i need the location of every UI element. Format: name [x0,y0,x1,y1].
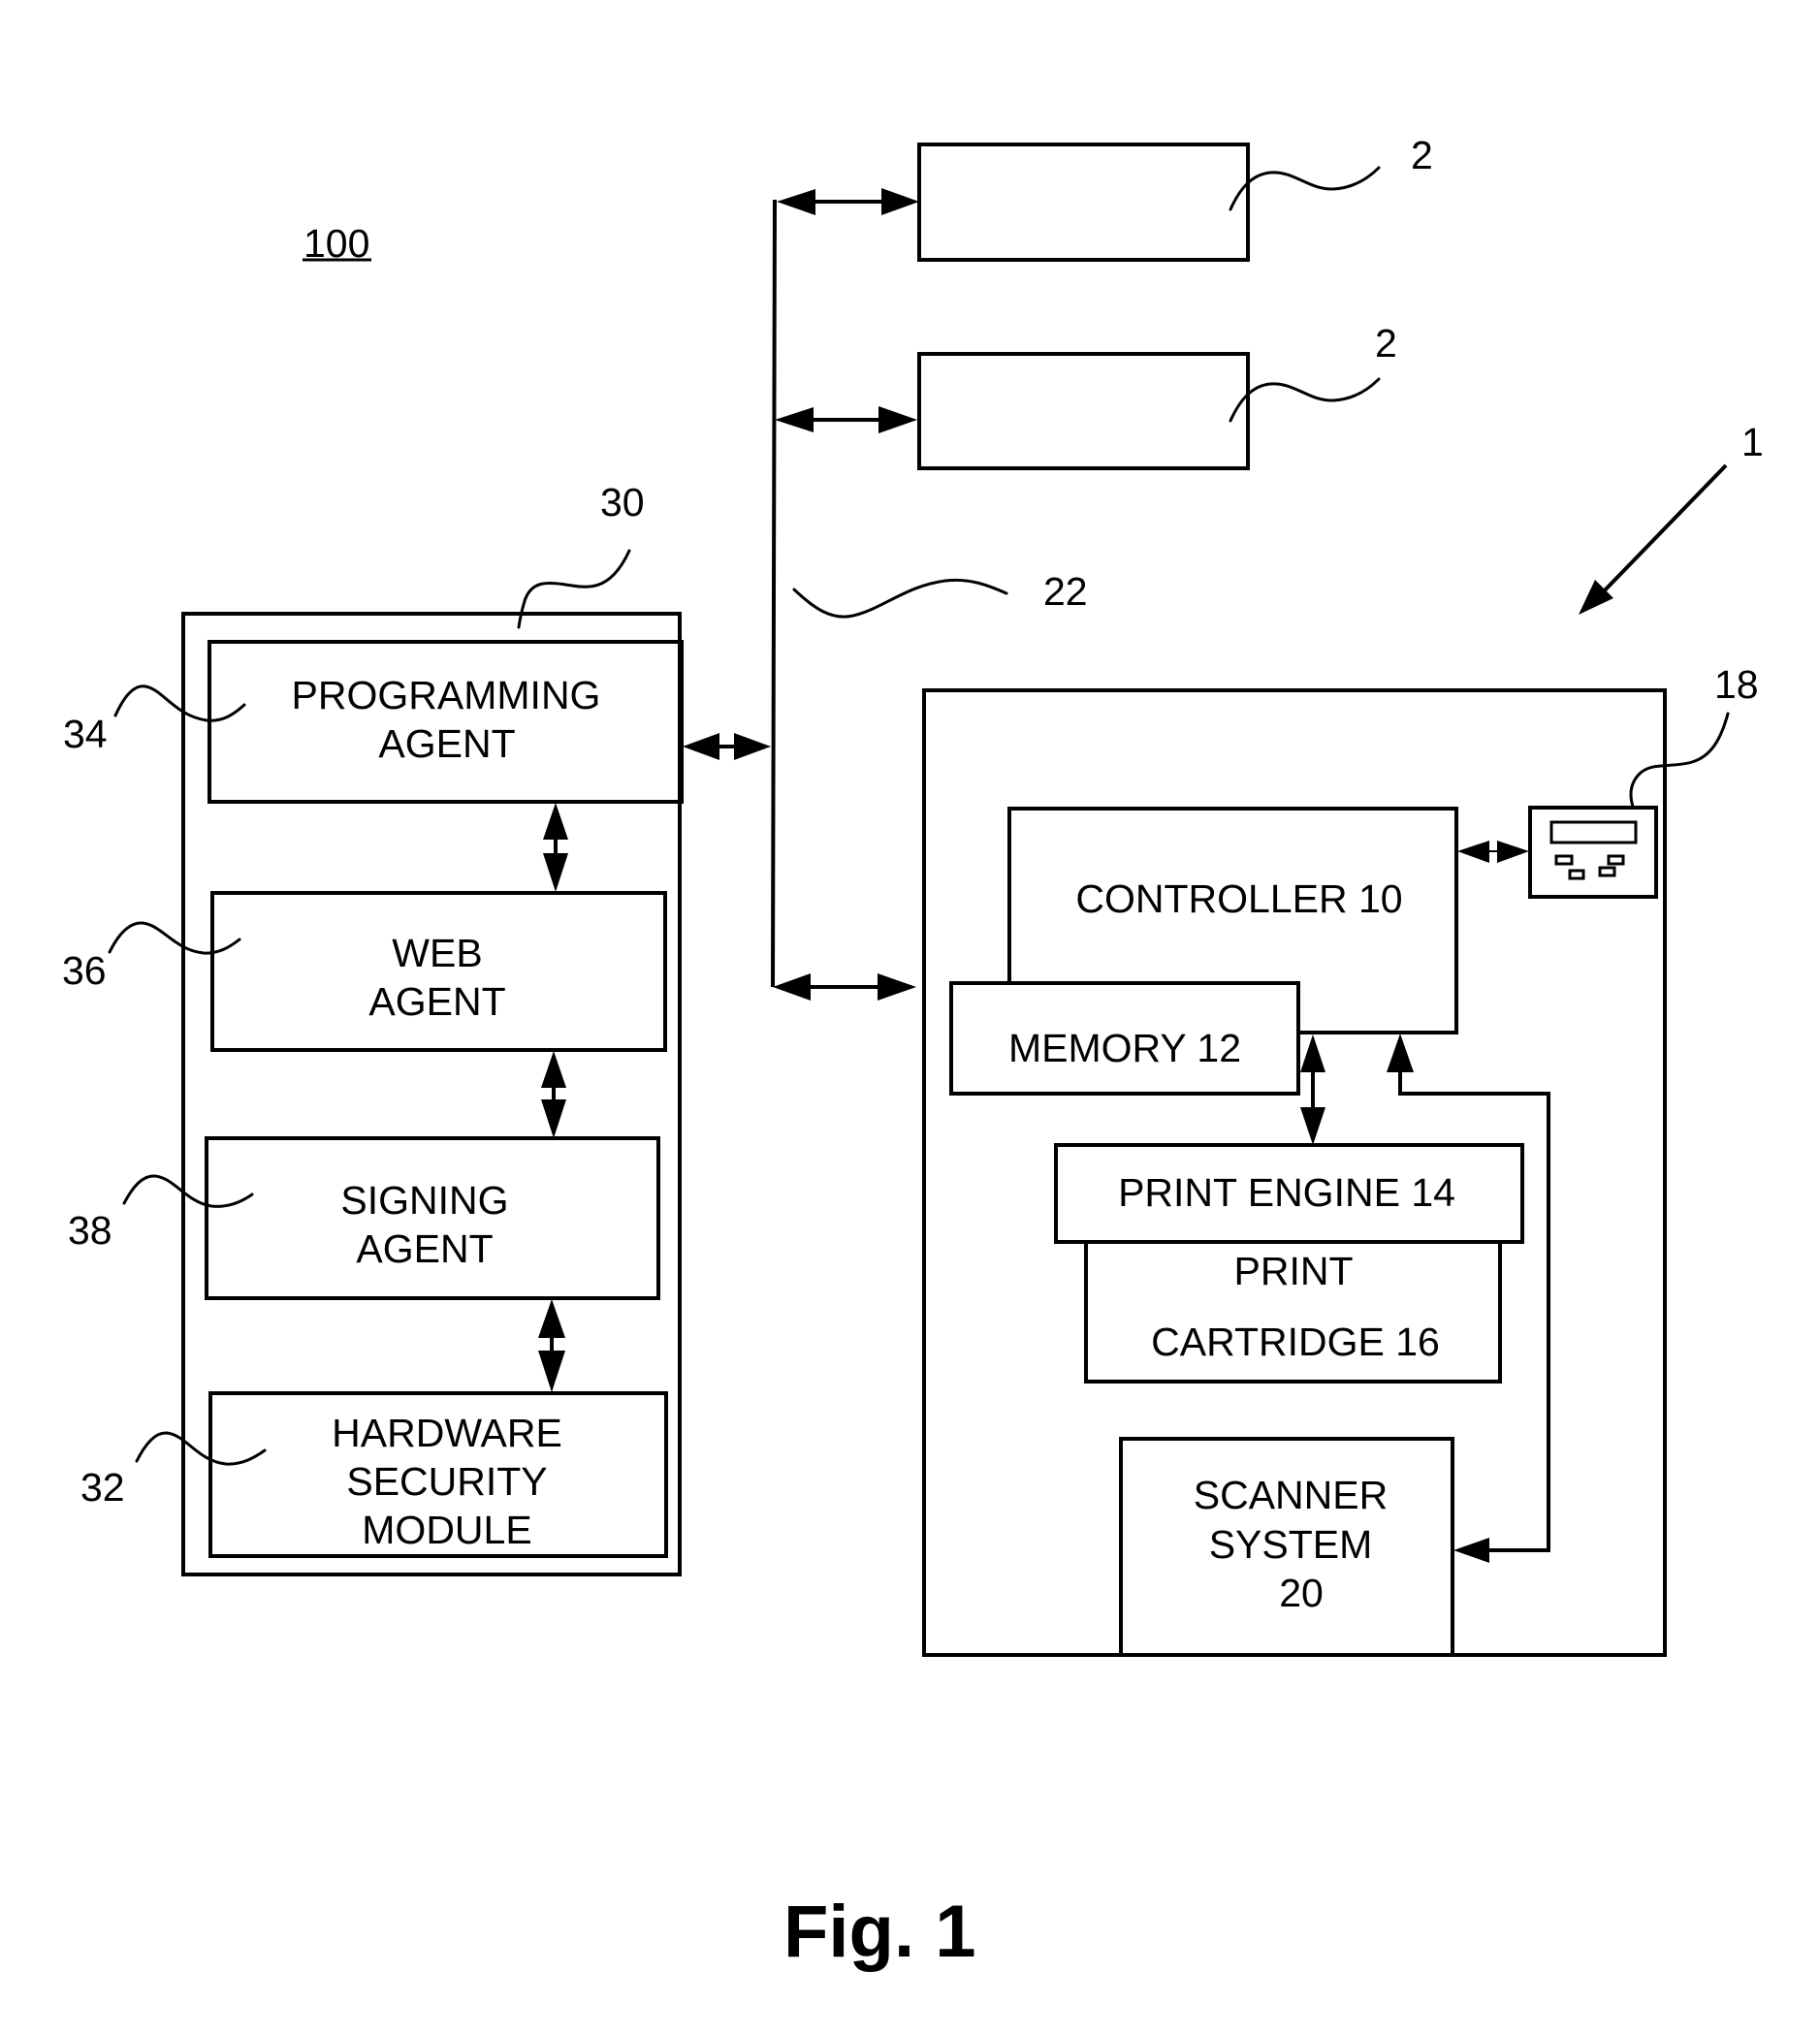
signing-agent-ref-label: 38 [68,1208,112,1253]
hsm-label-line2: SECURITY [346,1459,547,1504]
scanner-label-line1: SCANNER [1194,1473,1388,1517]
print-cartridge-label-line1: PRINT [1234,1249,1354,1293]
hsm-ref-label: 32 [80,1465,125,1510]
controller-label: CONTROLLER 10 [1075,876,1402,921]
programming-agent-label-line2: AGENT [378,721,515,766]
remote-device-b-ref-label: 2 [1375,321,1397,366]
memory-label: MEMORY 12 [1008,1026,1241,1070]
system-reference: 100 [303,221,371,266]
scanner-label-line2: SYSTEM [1209,1522,1373,1567]
print-cartridge-label-line2: CARTRIDGE 16 [1151,1320,1440,1364]
network-ref-label: 22 [1043,569,1088,614]
programming-agent-label-line1: PROGRAMMING [292,673,601,717]
web-agent-label-line2: AGENT [368,979,505,1024]
figure-caption: Fig. 1 [783,1891,975,1973]
print-engine-label: PRINT ENGINE 14 [1118,1170,1455,1215]
signing-agent-label-line1: SIGNING [340,1178,508,1223]
network-bus-line [771,199,777,988]
scanner-label-line3: 20 [1279,1571,1324,1615]
server-system-ref-label: 30 [600,480,645,525]
hsm-label-line1: HARDWARE [332,1411,562,1455]
web-agent-ref-label: 36 [62,948,107,993]
control-panel-ref-label: 18 [1714,662,1759,707]
patent-figure: 100 30 PROGRAMMING AGENT 34 WEB AGENT 36… [0,0,1820,2036]
programming-agent-ref-label: 34 [63,712,108,756]
remote-device-a-ref-label: 2 [1411,133,1433,177]
web-agent-label-line1: WEB [392,931,482,975]
hsm-label-line3: MODULE [362,1508,531,1552]
printer-ref-label: 1 [1741,420,1764,464]
signing-agent-label-line2: AGENT [356,1226,493,1271]
